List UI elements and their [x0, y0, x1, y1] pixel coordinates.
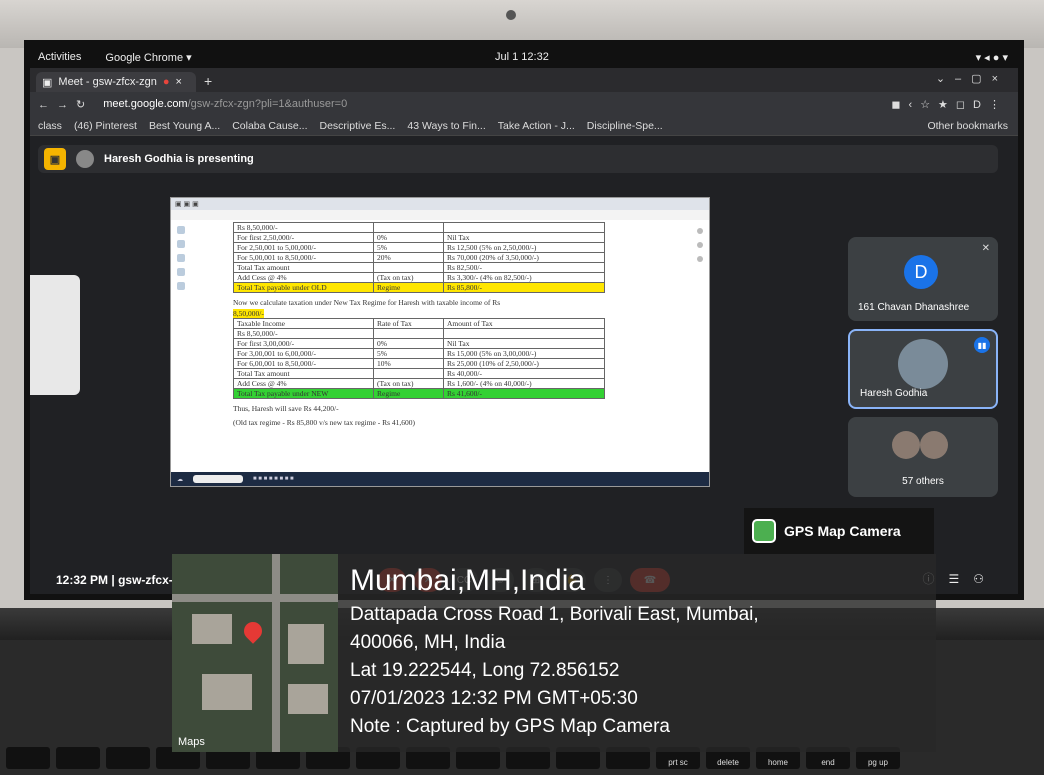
shared-taskbar: ☁ ■ ■ ■ ■ ■ ■ ■ ■ [171, 472, 709, 486]
avatar [76, 150, 94, 168]
old-regime-table: Rs 8,50,000/- For first 2,50,000/- 0% Nil … [233, 222, 605, 293]
app-menu[interactable]: Google Chrome ▾ [105, 51, 191, 64]
gps-camera-badge: GPS Map Camera [744, 508, 934, 554]
shared-search-box [193, 475, 243, 483]
webcam-icon [506, 10, 516, 20]
gps-coordinates: Lat 19.222544, Long 72.856152 [350, 660, 620, 681]
shared-tab-icon: ▣ ▣ ▣ [175, 201, 199, 208]
bookmark-item[interactable]: Descriptive Es... [320, 120, 396, 132]
table-row: Total Tax amount Rs 82,500/- [233, 262, 605, 273]
mic-off-icon: ✕ [981, 243, 990, 254]
presenter-label: Haresh Godhia is presenting [104, 153, 254, 165]
table-row: Rs 8,50,000/- [233, 222, 605, 233]
bookmark-item[interactable]: Colaba Cause... [232, 120, 307, 132]
url-host: meet.google.com [103, 98, 188, 110]
extension-icons[interactable]: ◼‹☆★◻D⋮ [891, 98, 1008, 111]
conclusion-line-1: Thus, Haresh will save Rs 44,200/- [233, 404, 339, 413]
meeting-time: 12:32 PM [56, 573, 109, 587]
taskbar-icons: ■ ■ ■ ■ ■ ■ ■ ■ [253, 476, 294, 482]
maps-logo: Maps [178, 736, 205, 748]
other-bookmarks[interactable]: Other bookmarks [927, 120, 1008, 132]
table-row: For 2,50,001 to 5,00,000/- 5% Rs 12,500 (5… [233, 242, 605, 253]
url-field[interactable]: meet.google.com/gsw-zfcx-zgn?pli=1&authu… [103, 98, 347, 110]
shared-right-rail [697, 228, 705, 270]
gps-camera-logo-icon [752, 519, 776, 543]
new-tab-button[interactable]: + [204, 73, 212, 89]
table-row: Total Tax payable under OLD Regime Rs 85,8… [233, 282, 605, 293]
gps-city: Mumbai,MH,India [350, 564, 586, 597]
table-row: Add Cess @ 4% (Tax on tax) Rs 3,300/- (4% … [233, 272, 605, 283]
table-row: Total Tax amount Rs 40,000/- [233, 368, 605, 379]
shared-toolbar [177, 226, 187, 316]
system-clock[interactable]: Jul 1 12:32 [495, 51, 549, 63]
system-tray-icons[interactable]: ▾ ◂ ● ▾ [976, 51, 1008, 64]
table-row: For first 3,00,000/- 0% Nil Tax [233, 338, 605, 349]
table-row: For 5,00,001 to 8,50,000/- 20% Rs 70,000 (… [233, 252, 605, 263]
gps-address-line-2: 400066, MH, India [350, 632, 506, 653]
participant-tile[interactable]: ▮▮ Haresh Godhia [848, 329, 998, 409]
avatar [898, 339, 948, 389]
income-highlight: 8,50,000/- [233, 309, 264, 318]
bookmark-item[interactable]: Best Young A... [149, 120, 220, 132]
bookmark-item[interactable]: Discipline-Spe... [587, 120, 663, 132]
participant-name: 57 others [902, 476, 944, 487]
key [106, 747, 150, 769]
table-row: Total Tax payable under NEW Regime Rs 41,6… [233, 388, 605, 399]
map-thumbnail: Maps [172, 554, 338, 752]
bookmarks-bar: class (46) Pinterest Best Young A... Col… [30, 116, 1018, 136]
gps-note: Note : Captured by GPS Map Camera [350, 716, 670, 737]
meet-stage: ▣ Haresh Godhia is presenting ▣ ▣ ▣ Rs 8… [30, 137, 1018, 557]
gps-badge-label: GPS Map Camera [784, 523, 901, 539]
key [56, 747, 100, 769]
tab-meet[interactable]: ▣ Meet - gsw-zfcx-zgn ● × [36, 72, 196, 92]
gps-address-line-1: Dattapada Cross Road 1, Borivali East, M… [350, 604, 759, 625]
speaking-indicator-icon: ▮▮ [974, 337, 990, 353]
new-regime-intro: Now we calculate taxation under New Tax … [233, 298, 501, 307]
present-icon[interactable]: ▣ [44, 148, 66, 170]
map-pin-icon [240, 618, 266, 644]
bookmark-item[interactable]: (46) Pinterest [74, 120, 137, 132]
participant-name: Haresh Godhia [860, 388, 928, 399]
conclusion-line-2: (Old tax regime - Rs 85,800 v/s new tax … [233, 418, 416, 427]
table-row: Add Cess @ 4% (Tax on tax) Rs 1,600/- (4% … [233, 378, 605, 389]
bookmark-item[interactable]: Take Action - J... [498, 120, 575, 132]
table-row: For first 2,50,000/- 0% Nil Tax [233, 232, 605, 243]
gps-info-panel: Mumbai,MH,India Dattapada Cross Road 1, … [338, 554, 936, 752]
address-bar: ←→↻ meet.google.com/gsw-zfcx-zgn?pli=1&a… [30, 92, 1018, 116]
os-top-bar: Activities Google Chrome ▾ Jul 1 12:32 ▾… [30, 46, 1018, 68]
window-controls[interactable]: ⌄–▢× [936, 72, 1008, 85]
side-panel-stub [30, 275, 80, 395]
browser-tab-bar: ▣ Meet - gsw-zfcx-zgn ● × + ⌄–▢× [30, 68, 1018, 92]
shared-menu-bar [171, 210, 709, 220]
participant-name: 161 Chavan Dhanashree [858, 302, 970, 313]
avatar: D [904, 255, 938, 289]
nav-buttons[interactable]: ←→↻ [38, 98, 93, 111]
shared-screen: ▣ ▣ ▣ Rs 8,50,000/- For first 2,50,000/-… [170, 197, 710, 487]
table-row: For 6,00,001 to 8,50,000/- 10% Rs 25,000 (… [233, 358, 605, 369]
bookmark-item[interactable]: class [38, 120, 62, 132]
tax-document: Rs 8,50,000/- For first 2,50,000/- 0% Nil … [233, 222, 605, 429]
weather-icon: ☁ [177, 476, 183, 483]
tab-title: Meet - gsw-zfcx-zgn [58, 76, 157, 88]
new-regime-table: Taxable Income Rate of Tax Amount of Tax R… [233, 318, 605, 399]
shared-browser-bar: ▣ ▣ ▣ [171, 198, 709, 210]
participant-tile[interactable]: ✕ D 161 Chavan Dhanashree [848, 237, 998, 321]
url-path: /gsw-zfcx-zgn?pli=1&authuser=0 [187, 98, 348, 110]
bookmark-item[interactable]: 43 Ways to Fin... [407, 120, 485, 132]
table-row: Rs 8,50,000/- [233, 328, 605, 339]
table-header: Taxable Income Rate of Tax Amount of Tax [233, 318, 605, 329]
key [6, 747, 50, 769]
presenting-banner: ▣ Haresh Godhia is presenting [38, 145, 998, 173]
recording-icon: ● [162, 76, 170, 88]
avatar [892, 431, 952, 461]
table-row: For 3,00,001 to 6,00,000/- 5% Rs 15,000 (5… [233, 348, 605, 359]
participant-tile[interactable]: 57 others [848, 417, 998, 497]
meet-tab-icon: ▣ [42, 76, 53, 89]
gps-datetime: 07/01/2023 12:32 PM GMT+05:30 [350, 688, 638, 709]
activities-button[interactable]: Activities [38, 51, 81, 63]
close-tab-icon[interactable]: × [175, 76, 181, 88]
